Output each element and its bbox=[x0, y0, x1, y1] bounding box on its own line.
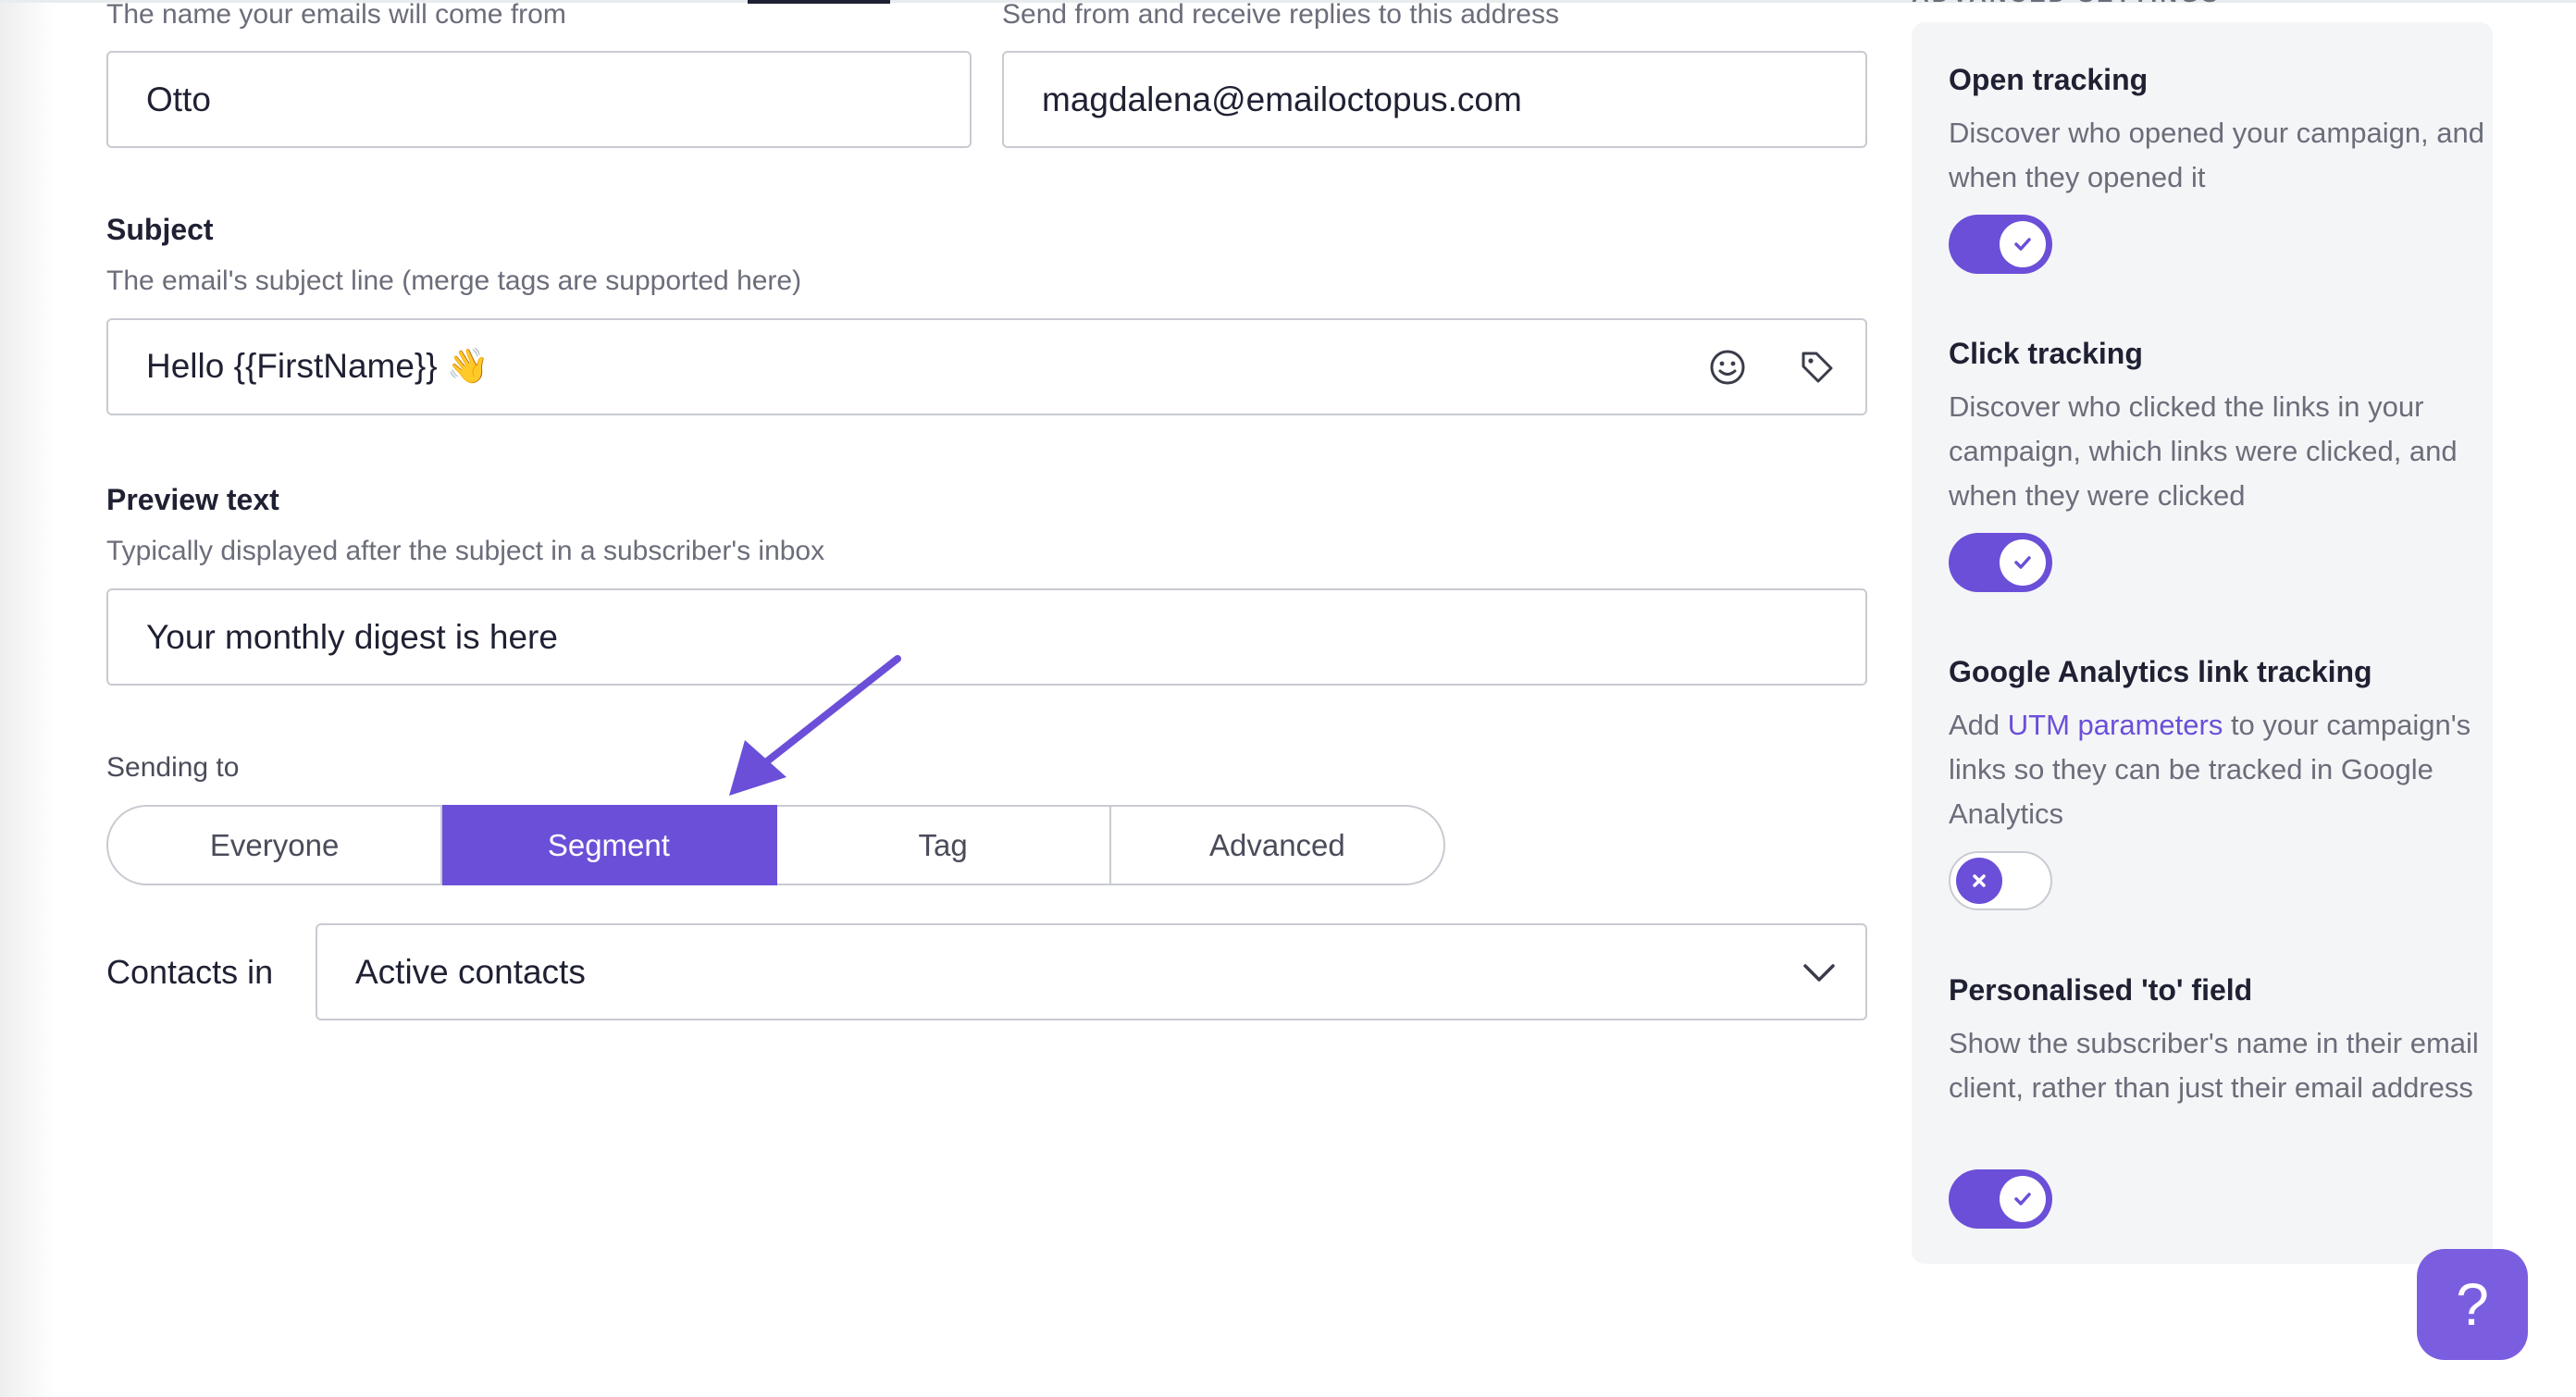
preview-value: Your monthly digest is here bbox=[146, 617, 558, 656]
personalised-to-toggle[interactable] bbox=[1949, 1169, 2052, 1229]
subject-label: Subject bbox=[106, 213, 214, 246]
ga-tracking-desc: Add UTM parameters to your campaign's li… bbox=[1949, 709, 2471, 830]
sender-email-value: magdalena@emailoctopus.com bbox=[1042, 80, 1522, 118]
contacts-in-label: Contacts in bbox=[106, 953, 274, 991]
click-tracking-title: Click tracking bbox=[1949, 337, 2143, 370]
open-tracking-desc: Discover who opened your campaign, and w… bbox=[1949, 117, 2485, 193]
click-tracking-toggle[interactable] bbox=[1949, 533, 2052, 592]
sending-to-advanced[interactable]: Advanced bbox=[1110, 805, 1445, 885]
settings-heading: ADVANCED SETTINGS bbox=[1912, 0, 2221, 8]
preview-input[interactable]: Your monthly digest is here bbox=[106, 588, 1867, 686]
subject-input[interactable]: Hello {{FirstName}} 👋 bbox=[106, 318, 1867, 415]
check-icon bbox=[2000, 1176, 2046, 1222]
sender-email-hint: Send from and receive replies to this ad… bbox=[1002, 0, 1559, 30]
subject-hint: The email's subject line (merge tags are… bbox=[106, 266, 802, 296]
annotation-arrow-icon bbox=[729, 655, 901, 796]
ga-tracking-toggle[interactable] bbox=[1949, 851, 2052, 910]
check-icon bbox=[2000, 221, 2046, 267]
sending-to-segmented-control: Everyone Segment Tag Advanced bbox=[106, 805, 1445, 885]
sender-name-value: Otto bbox=[146, 80, 211, 118]
preview-hint: Typically displayed after the subject in… bbox=[106, 536, 825, 566]
sending-to-segment[interactable]: Segment bbox=[442, 805, 777, 885]
open-tracking-title: Open tracking bbox=[1949, 63, 2149, 96]
preview-label: Preview text bbox=[106, 483, 279, 516]
utm-parameters-link[interactable]: UTM parameters bbox=[2008, 709, 2223, 741]
help-button[interactable]: ? bbox=[2417, 1249, 2528, 1360]
page-left-shadow bbox=[0, 0, 56, 1397]
tag-icon[interactable] bbox=[1796, 346, 1839, 389]
sending-to-tag[interactable]: Tag bbox=[776, 805, 1111, 885]
sender-name-hint: The name your emails will come from bbox=[106, 0, 566, 30]
sending-to-label: Sending to bbox=[106, 752, 240, 783]
sender-email-input[interactable]: magdalena@emailoctopus.com bbox=[1002, 51, 1867, 148]
smiley-icon[interactable] bbox=[1706, 346, 1749, 389]
check-icon bbox=[2000, 539, 2046, 586]
help-icon: ? bbox=[2456, 1271, 2489, 1338]
personalised-to-desc: Show the subscriber's name in their emai… bbox=[1949, 1027, 2479, 1104]
personalised-to-title: Personalised 'to' field bbox=[1949, 973, 2253, 1007]
open-tracking-toggle[interactable] bbox=[1949, 215, 2052, 274]
contacts-select-value: Active contacts bbox=[355, 952, 586, 991]
chevron-down-icon bbox=[1803, 963, 1835, 982]
active-tab-indicator bbox=[748, 0, 890, 4]
click-tracking-desc: Discover who clicked the links in your c… bbox=[1949, 390, 2458, 512]
ga-tracking-title: Google Analytics link tracking bbox=[1949, 655, 2372, 688]
x-icon bbox=[1956, 858, 2002, 904]
contacts-select[interactable]: Active contacts bbox=[316, 923, 1867, 1020]
sending-to-everyone[interactable]: Everyone bbox=[106, 805, 443, 885]
subject-value: Hello {{FirstName}} 👋 bbox=[146, 347, 489, 385]
sender-name-input[interactable]: Otto bbox=[106, 51, 972, 148]
